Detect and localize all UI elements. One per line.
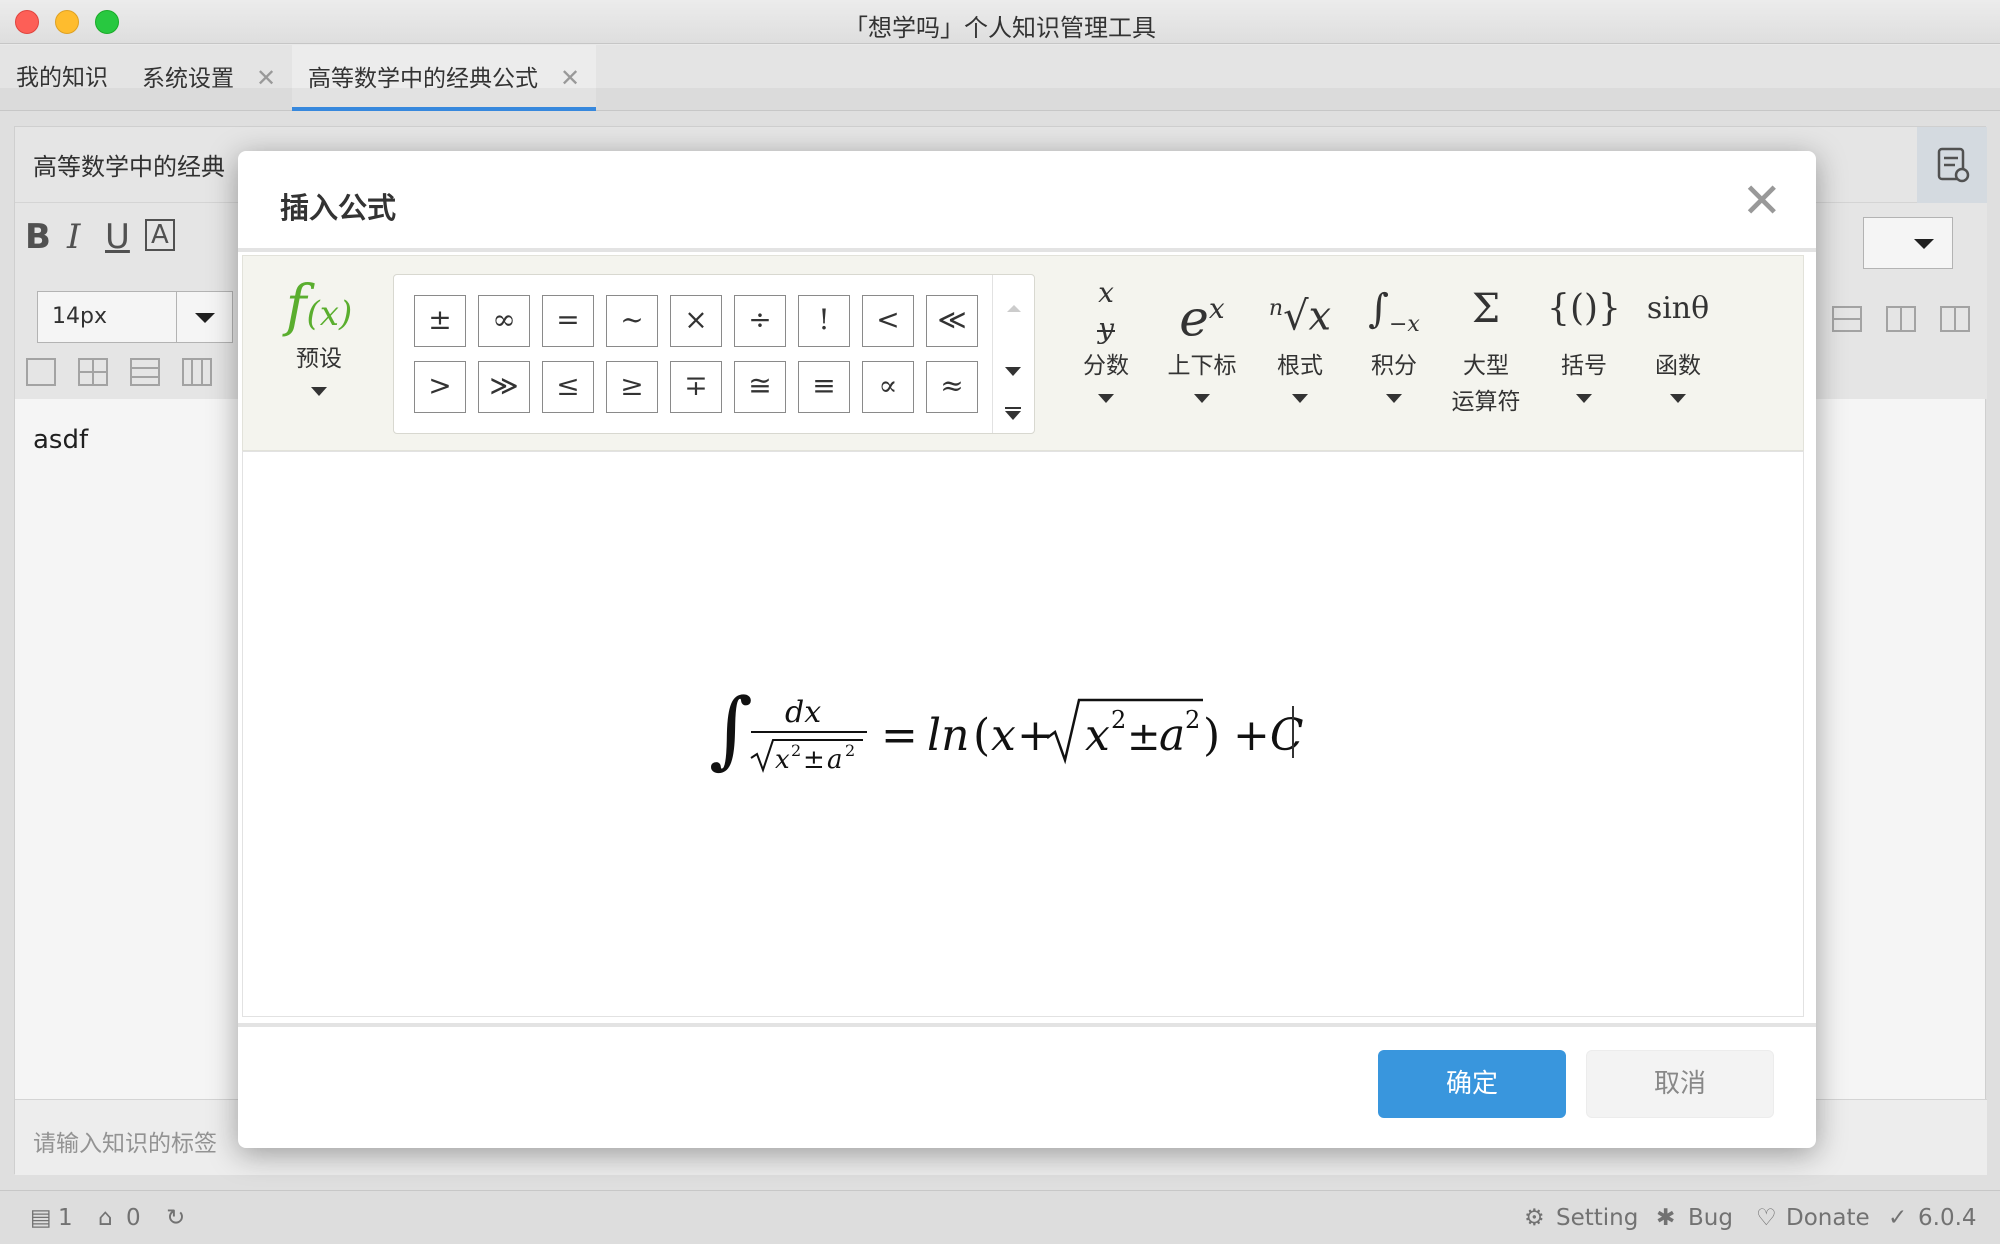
symbol-panel: ± ∞ = ~ × ÷ ! < ≪ > ≫ ≤ ≥ ∓ ≅ ≡ ∝ ≈ (393, 274, 1035, 434)
symbol-button[interactable]: > (414, 361, 466, 413)
close-icon[interactable]: ✕ (1742, 177, 1782, 225)
symbol-button[interactable]: ∝ (862, 361, 914, 413)
integral-sign: ∫ (709, 680, 753, 778)
symbol-button[interactable]: ∞ (478, 295, 530, 347)
paren-close: ) (1203, 710, 1220, 761)
symbol-button[interactable]: ∓ (670, 361, 722, 413)
tool-label: 大型 (1463, 353, 1509, 379)
window-titlebar: 「想学吗」个人知识管理工具 (0, 0, 2000, 44)
fraction-icon: xy (1097, 276, 1115, 345)
window-title: 「想学吗」个人知识管理工具 (844, 14, 1156, 42)
sqrt-exp2: 2 (1185, 706, 1200, 734)
formula-render: ∫ dx x 2 ± a 2 = ln ( x + x 2 ± a 2) +C (709, 680, 1304, 778)
chevron-down-icon (1194, 394, 1210, 403)
chevron-down-icon (1576, 394, 1592, 403)
symbol-button[interactable]: ≅ (734, 361, 786, 413)
denom-pm: ± (803, 745, 825, 775)
preset-label: 预设 (296, 346, 342, 372)
symbol-button[interactable]: ~ (606, 295, 658, 347)
function-tool[interactable]: sinθ 函数 (1623, 274, 1733, 403)
scroll-up-icon[interactable] (1007, 305, 1021, 312)
expand-panel-icon[interactable] (1005, 407, 1021, 421)
symbol-button[interactable]: = (542, 295, 594, 347)
x-var: x (991, 710, 1016, 761)
chevron-down-icon (311, 387, 327, 396)
tool-label: 上下标 (1167, 353, 1237, 379)
function-preset-icon: f(x) (285, 274, 353, 339)
large-operator-tool[interactable]: Σ 大型 运算符 (1431, 274, 1541, 416)
tool-label: 函数 (1655, 353, 1701, 379)
denom-x: x (775, 745, 790, 775)
confirm-button[interactable]: 确定 (1378, 1050, 1566, 1118)
preset-button[interactable]: f(x) 预设 (269, 274, 369, 396)
sqrt-a: a (1159, 710, 1185, 761)
ln-text: ln (927, 710, 969, 761)
denom-a: a (827, 745, 843, 775)
paren-open: ( (973, 710, 990, 761)
symbol-button[interactable]: ≤ (542, 361, 594, 413)
script-icon: ex (1179, 289, 1225, 348)
formula-edit-area[interactable]: ∫ dx x 2 ± a 2 = ln ( x + x 2 ± a 2) +C (242, 451, 1804, 1017)
sqrt-exp: 2 (1111, 706, 1126, 734)
symbol-button[interactable]: ! (798, 295, 850, 347)
symbol-button[interactable]: ÷ (734, 295, 786, 347)
symbol-button[interactable]: < (862, 295, 914, 347)
fraction-tool[interactable]: xy 分数 (1051, 274, 1161, 403)
numerator: dx (785, 695, 821, 730)
divider (238, 1023, 1816, 1027)
symbol-button[interactable]: ± (414, 295, 466, 347)
divider (238, 248, 1816, 252)
symbol-button[interactable]: ≡ (798, 361, 850, 413)
tool-label: 分数 (1083, 353, 1129, 379)
chevron-down-icon (1098, 394, 1114, 403)
symbol-button[interactable]: ≪ (926, 295, 978, 347)
chevron-down-icon (1292, 394, 1308, 403)
symbol-button[interactable]: ≫ (478, 361, 530, 413)
symbol-scrollbar[interactable] (992, 275, 1034, 433)
tool-label-2: 运算符 (1451, 389, 1521, 415)
symbol-button[interactable]: ≥ (606, 361, 658, 413)
scroll-down-icon[interactable] (1005, 367, 1021, 376)
denom-exp: 2 (791, 741, 801, 760)
large-operator-icon: Σ (1471, 286, 1501, 332)
insert-formula-dialog: 插入公式 ✕ f(x) 预设 ± ∞ = ~ × ÷ ! < ≪ > ≫ ≤ ≥… (238, 151, 1816, 1148)
sqrt-pm: ± (1127, 714, 1161, 760)
chevron-down-icon (1386, 394, 1402, 403)
script-tool[interactable]: ex 上下标 (1147, 274, 1257, 403)
equals-sign: = (881, 710, 918, 761)
denom-exp2: 2 (845, 741, 855, 760)
chevron-down-icon (1670, 394, 1686, 403)
symbol-button[interactable]: ≈ (926, 361, 978, 413)
dialog-title: 插入公式 (280, 191, 397, 225)
cancel-button[interactable]: 取消 (1586, 1050, 1774, 1118)
sqrt-x: x (1085, 710, 1110, 761)
symbol-button[interactable]: × (670, 295, 722, 347)
formula-toolbar: f(x) 预设 ± ∞ = ~ × ÷ ! < ≪ > ≫ ≤ ≥ ∓ ≅ ≡ … (242, 255, 1804, 451)
function-icon: sinθ (1646, 291, 1710, 326)
